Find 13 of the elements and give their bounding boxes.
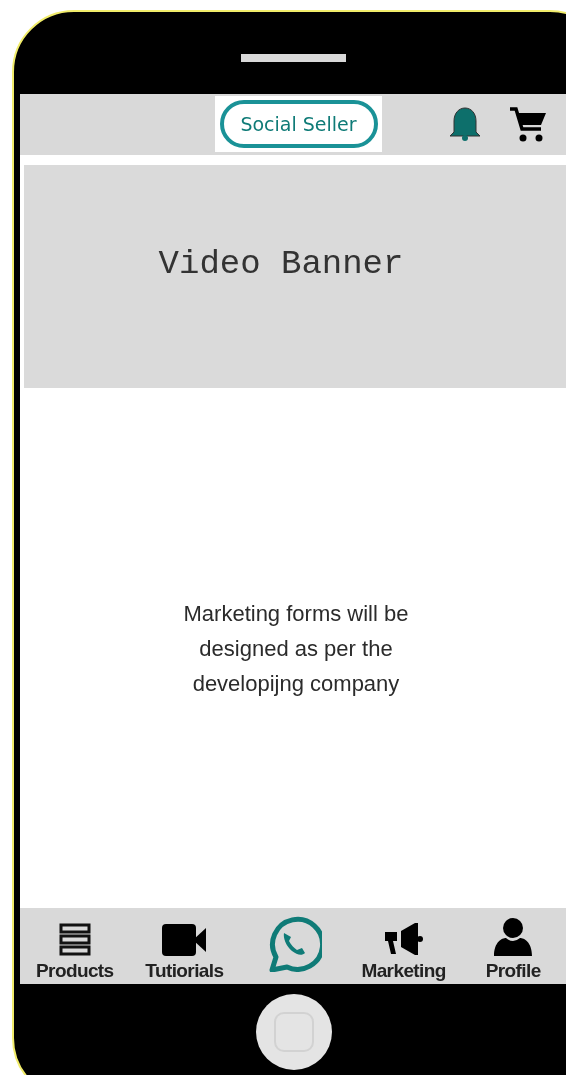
nav-tab[interactable]: Marketing xyxy=(361,960,446,982)
video-camera-icon xyxy=(162,924,207,956)
cart-icon[interactable] xyxy=(510,107,548,143)
megaphone-icon xyxy=(384,922,423,956)
menu-icon xyxy=(58,923,91,956)
nav-tab[interactable]: Profile xyxy=(485,960,541,982)
person-icon xyxy=(494,918,533,956)
nav-tab[interactable]: Tutiorials xyxy=(145,960,224,982)
banner-title: Video Banner xyxy=(158,244,404,283)
placeholder-message: Marketing forms will be designed as per the developijng company xyxy=(182,599,410,698)
logo: Social Seller xyxy=(219,100,378,148)
bell-icon[interactable] xyxy=(447,107,483,141)
nav-tab[interactable]: Products xyxy=(36,960,114,982)
